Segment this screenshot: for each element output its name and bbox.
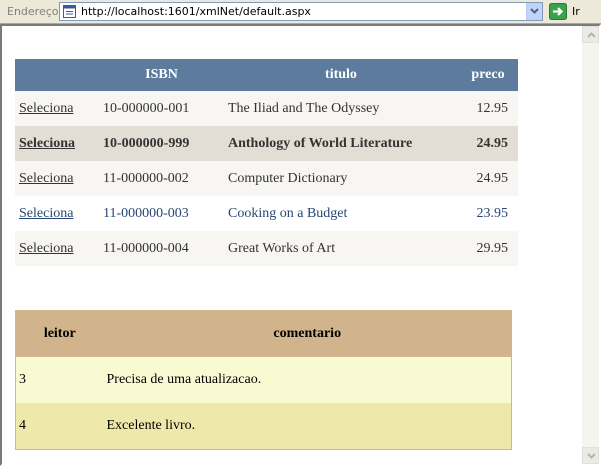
vertical-scrollbar[interactable]: [582, 26, 599, 464]
header-select: [15, 59, 99, 91]
comment-row: 4 Excelente livro.: [15, 403, 512, 450]
titulo-cell: Great Works of Art: [228, 240, 336, 256]
select-link[interactable]: Seleciona: [19, 101, 73, 116]
preco-cell: 29.95: [476, 240, 509, 256]
go-button-label[interactable]: Ir: [572, 5, 580, 18]
book-row: Seleciona 11-000000-002 Computer Diction…: [15, 161, 518, 196]
preco-cell: 24.95: [476, 170, 509, 186]
titulo-cell: Anthology of World Literature: [228, 135, 413, 151]
preco-cell: 23.95: [476, 205, 509, 221]
header-titulo[interactable]: titulo: [224, 59, 458, 91]
book-row: Seleciona 10-000000-001 The Iliad and Th…: [15, 91, 518, 126]
book-row: Seleciona 11-000000-004 Great Works of A…: [15, 231, 518, 266]
header-preco[interactable]: preco: [458, 59, 518, 91]
page-viewport: ISBN titulo preco Seleciona 10-000000-00…: [0, 24, 601, 466]
address-bar: Endereço http://localhost:1601/xmlNet/de…: [0, 0, 601, 24]
comentario-cell: Precisa de uma atualizacao.: [106, 372, 262, 387]
header-comentario: comentario: [103, 310, 512, 357]
leitor-cell: 3: [19, 372, 26, 387]
select-link[interactable]: Seleciona: [19, 171, 73, 186]
comments-header-row: leitor comentario: [15, 310, 512, 357]
preco-cell: 12.95: [476, 100, 509, 116]
titulo-cell: The Iliad and The Odyssey: [228, 100, 380, 116]
select-link[interactable]: Seleciona: [19, 136, 75, 151]
titulo-cell: Cooking on a Budget: [228, 205, 348, 221]
address-url: http://localhost:1601/xmlNet/default.asp…: [81, 5, 311, 18]
books-table: ISBN titulo preco Seleciona 10-000000-00…: [15, 59, 518, 266]
comments-table: leitor comentario 3 Precisa de uma atual…: [15, 310, 512, 450]
books-header-row: ISBN titulo preco: [15, 59, 518, 91]
arrow-up-icon: [587, 32, 596, 38]
address-label: Endereço: [7, 5, 59, 18]
leitor-cell: 4: [19, 418, 26, 433]
address-input[interactable]: http://localhost:1601/xmlNet/default.asp…: [59, 2, 543, 21]
preco-cell: 24.95: [476, 135, 509, 151]
book-row-selected: Seleciona 10-000000-999 Anthology of Wor…: [15, 126, 518, 161]
go-arrow-icon[interactable]: [549, 3, 567, 20]
comentario-cell: Excelente livro.: [106, 418, 196, 433]
comment-row: 3 Precisa de uma atualizacao.: [15, 357, 512, 403]
arrow-down-icon: [587, 453, 596, 459]
chevron-down-icon: [530, 8, 539, 14]
scroll-up-button[interactable]: [582, 26, 599, 43]
header-isbn[interactable]: ISBN: [99, 59, 224, 91]
address-dropdown-button[interactable]: [526, 3, 542, 20]
titulo-cell: Computer Dictionary: [228, 170, 348, 186]
isbn-cell: 10-000000-001: [103, 100, 190, 116]
isbn-cell: 10-000000-999: [103, 135, 190, 151]
isbn-cell: 11-000000-004: [103, 240, 189, 256]
page-icon: [63, 5, 76, 18]
isbn-cell: 11-000000-003: [103, 205, 189, 221]
book-row: Seleciona 11-000000-003 Cooking on a Bud…: [15, 196, 518, 231]
page-content: ISBN titulo preco Seleciona 10-000000-00…: [2, 26, 583, 464]
select-link[interactable]: Seleciona: [19, 241, 73, 256]
select-link[interactable]: Seleciona: [19, 206, 73, 221]
scroll-down-button[interactable]: [582, 447, 599, 464]
isbn-cell: 11-000000-002: [103, 170, 189, 186]
header-leitor: leitor: [15, 310, 104, 357]
